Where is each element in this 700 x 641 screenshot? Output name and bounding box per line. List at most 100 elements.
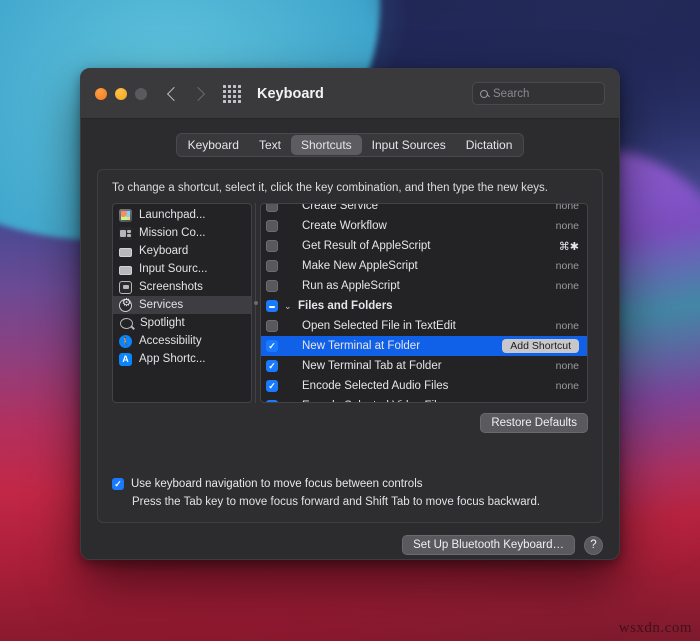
traffic-lights xyxy=(95,87,147,100)
show-all-preferences-icon[interactable] xyxy=(223,84,241,103)
table-row[interactable]: Get Result of AppleScript ⌘✱ xyxy=(261,236,587,256)
shortcut-enabled-checkbox[interactable] xyxy=(266,380,278,392)
shortcut-enabled-checkbox[interactable] xyxy=(266,400,278,402)
table-row[interactable]: Open Selected File in TextEdit none xyxy=(261,316,587,336)
search-icon xyxy=(480,89,488,98)
mission-control-icon xyxy=(119,226,132,240)
sidebar-item-label: Mission Co... xyxy=(139,227,206,239)
help-button[interactable]: ? xyxy=(584,535,603,555)
minimize-button[interactable] xyxy=(115,87,127,100)
search-input[interactable] xyxy=(493,87,597,100)
shortcut-enabled-checkbox[interactable] xyxy=(266,220,278,232)
table-row[interactable]: Make New AppleScript none xyxy=(261,256,587,276)
tab-dictation[interactable]: Dictation xyxy=(456,135,523,155)
restore-defaults-button[interactable]: Restore Defaults xyxy=(480,413,588,433)
back-chevron-icon[interactable] xyxy=(166,86,182,101)
shortcut-enabled-checkbox[interactable] xyxy=(266,340,278,352)
sidebar-item-spotlight[interactable]: Spotlight xyxy=(113,314,251,332)
accessibility-icon xyxy=(119,334,132,348)
zoom-button[interactable] xyxy=(135,87,147,100)
shortcut-key-combination[interactable]: none xyxy=(539,204,581,212)
shortcut-enabled-checkbox[interactable] xyxy=(266,240,278,252)
shortcut-enabled-checkbox[interactable] xyxy=(266,260,278,272)
restore-defaults-row: Restore Defaults xyxy=(112,413,588,433)
table-row[interactable]: New Terminal at Folder Add Shortcut xyxy=(261,336,587,356)
sidebar-item-label: Accessibility xyxy=(139,335,202,347)
shortcut-categories-list[interactable]: Launchpad... Mission Co... Keyboard Input S… xyxy=(112,203,252,403)
sidebar-item-screenshots[interactable]: Screenshots xyxy=(113,278,251,296)
shortcut-enabled-checkbox[interactable] xyxy=(266,320,278,332)
page-title: Keyboard xyxy=(257,85,324,102)
shortcut-enabled-checkbox[interactable] xyxy=(266,300,278,312)
desktop-wallpaper: wsxdn.com Keyboard Search Keyboard Text … xyxy=(0,0,700,641)
window-titlebar: Keyboard xyxy=(81,69,619,119)
sidebar-item-app-shortc[interactable]: App Shortc... xyxy=(113,350,251,368)
shortcut-key-combination[interactable]: none xyxy=(539,320,581,332)
chevron-down-icon[interactable]: ⌄ xyxy=(284,296,294,316)
tab-bar: Keyboard Text Shortcuts Input Sources Di… xyxy=(97,133,603,157)
shortcut-name: New Terminal Tab at Folder xyxy=(302,360,442,372)
shortcut-key-combination[interactable]: none xyxy=(539,400,581,402)
table-row[interactable]: Create Workflow none xyxy=(261,216,587,236)
sidebar-item-label: Launchpad... xyxy=(139,209,206,221)
tab-text[interactable]: Text xyxy=(249,135,291,155)
shortcut-name: Encode Selected Audio Files xyxy=(302,380,449,392)
tab-group: Keyboard Text Shortcuts Input Sources Di… xyxy=(175,133,525,157)
set-up-bluetooth-keyboard-button[interactable]: Set Up Bluetooth Keyboard… xyxy=(402,535,575,555)
sidebar-item-label: Keyboard xyxy=(139,245,189,257)
shortcut-enabled-checkbox[interactable] xyxy=(266,280,278,292)
shortcut-name: Make New AppleScript xyxy=(302,260,418,272)
sidebar-item-label: Spotlight xyxy=(140,317,185,329)
keyboard-navigation-sublabel: Press the Tab key to move focus forward … xyxy=(132,496,541,508)
watermark: wsxdn.com xyxy=(618,620,692,636)
forward-chevron-icon[interactable] xyxy=(190,86,206,101)
table-row[interactable]: ⌄ Files and Folders xyxy=(261,296,587,316)
shortcut-enabled-checkbox[interactable] xyxy=(266,204,278,212)
shortcut-name: Run as AppleScript xyxy=(302,280,400,292)
shortcut-key-combination[interactable]: none xyxy=(539,380,581,392)
navigation-buttons xyxy=(166,86,206,101)
shortcut-key-combination[interactable]: ⌘✱ xyxy=(539,240,581,253)
shortcuts-panel: To change a shortcut, select it, click t… xyxy=(97,169,603,523)
shortcuts-list[interactable]: Create Service none Create Workflow none Get… xyxy=(260,203,588,403)
sidebar-item-label: App Shortc... xyxy=(139,353,206,365)
table-row[interactable]: Create Service none xyxy=(261,204,587,216)
sidebar-item-label: Screenshots xyxy=(139,281,203,293)
tab-input-sources[interactable]: Input Sources xyxy=(362,135,456,155)
close-button[interactable] xyxy=(95,87,107,100)
sidebar-item-launchpad[interactable]: Launchpad... xyxy=(113,206,251,224)
sidebar-item-mission-co[interactable]: Mission Co... xyxy=(113,224,251,242)
shortcut-enabled-checkbox[interactable] xyxy=(266,360,278,372)
shortcut-key-combination[interactable]: none xyxy=(539,280,581,292)
sidebar-item-accessibility[interactable]: Accessibility xyxy=(113,332,251,350)
shortcuts-list-rows: Create Service none Create Workflow none Get… xyxy=(261,204,587,402)
app-shortcuts-icon xyxy=(119,352,132,366)
split-view-handle[interactable] xyxy=(253,301,258,305)
shortcut-key-combination[interactable]: none xyxy=(539,260,581,272)
table-row[interactable]: New Terminal Tab at Folder none xyxy=(261,356,587,376)
keyboard-preferences-window: Keyboard Keyboard Text Shortcuts Input S… xyxy=(80,68,620,560)
keyboard-navigation-checkbox[interactable] xyxy=(112,478,124,490)
keyboard-icon xyxy=(119,247,132,257)
window-footer: Set Up Bluetooth Keyboard… ? xyxy=(81,523,619,559)
spotlight-icon xyxy=(120,317,133,329)
sidebar-item-input-sourc[interactable]: Input Sourc... xyxy=(113,260,251,278)
tab-shortcuts[interactable]: Shortcuts xyxy=(290,135,362,155)
search-field[interactable] xyxy=(472,82,605,105)
split-view-divider[interactable] xyxy=(252,203,260,403)
sidebar-item-services[interactable]: Services xyxy=(113,296,251,314)
table-row[interactable]: Run as AppleScript none xyxy=(261,276,587,296)
tab-keyboard[interactable]: Keyboard xyxy=(178,135,249,155)
input-sources-icon xyxy=(119,265,132,275)
screenshots-icon xyxy=(119,280,132,294)
shortcut-key-combination[interactable]: none xyxy=(539,220,581,232)
shortcut-key-combination[interactable]: none xyxy=(539,360,581,372)
keyboard-navigation-row[interactable]: Use keyboard navigation to move focus be… xyxy=(112,478,588,490)
table-row[interactable]: Encode Selected Video Filesnone xyxy=(261,396,587,402)
window-body: Keyboard Text Shortcuts Input Sources Di… xyxy=(81,119,619,523)
shortcut-name: Get Result of AppleScript xyxy=(302,240,431,252)
add-shortcut-button[interactable]: Add Shortcut xyxy=(502,339,579,353)
sidebar-item-keyboard[interactable]: Keyboard xyxy=(113,242,251,260)
sidebar-item-label: Input Sourc... xyxy=(139,263,208,275)
table-row[interactable]: Encode Selected Audio Files none xyxy=(261,376,587,396)
